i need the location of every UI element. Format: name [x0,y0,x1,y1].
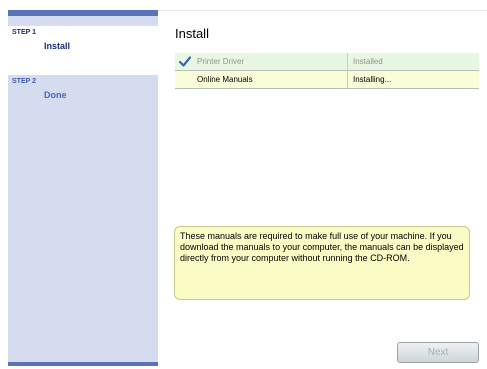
checkmark-icon [179,56,191,67]
sidebar: STEP 1 Install STEP 2 Done [8,10,158,366]
page-title: Install [175,26,209,41]
info-message-box: These manuals are required to make full … [174,226,470,300]
install-status-list: Printer Driver Installed Online Manuals … [175,53,479,89]
step-number-label: STEP 1 [12,29,36,36]
item-name: Printer Driver [197,57,245,66]
item-status: Installed [353,57,383,66]
column-divider [347,71,348,88]
step-number-label: STEP 2 [12,78,36,85]
step-name-label: Install [44,41,71,51]
item-status: Installing... [353,75,392,84]
sidebar-step-install: STEP 1 Install [8,26,158,75]
header-divider [158,10,487,11]
next-button[interactable]: Next [397,342,479,363]
item-name: Online Manuals [197,75,253,84]
info-message-text: These manuals are required to make full … [180,231,464,263]
sidebar-step-done: STEP 2 Done [8,75,158,115]
sidebar-top-bar [8,10,158,16]
sidebar-bottom-bar [8,362,158,366]
column-divider [347,53,348,70]
list-item-printer-driver: Printer Driver Installed [175,53,479,71]
list-item-online-manuals: Online Manuals Installing... [175,71,479,89]
step-name-label: Done [44,90,67,100]
